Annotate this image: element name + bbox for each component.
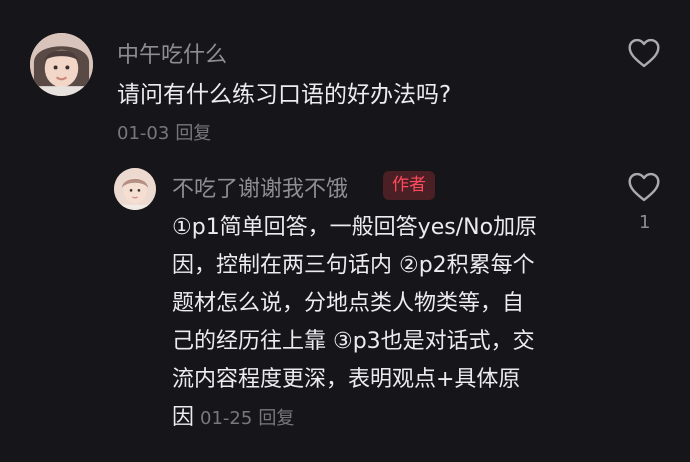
avatar-image: [30, 33, 93, 96]
comment-meta: 01-03 回复: [117, 119, 211, 145]
comment-text: 请问有什么练习口语的好办法吗?: [117, 82, 452, 108]
like-button[interactable]: [627, 38, 661, 68]
heart-outline-icon: [628, 38, 660, 68]
avatar[interactable]: [114, 168, 156, 210]
avatar[interactable]: [30, 33, 93, 96]
reply-meta: 01-25 回复: [200, 408, 294, 429]
reply-username[interactable]: 不吃了谢谢我不饿: [172, 171, 348, 203]
avatar-image: [114, 168, 156, 210]
reply-button[interactable]: 回复: [175, 123, 211, 144]
reply-date: 01-25: [200, 408, 253, 429]
comment-date: 01-03: [117, 123, 170, 144]
like-count: 1: [639, 212, 651, 233]
reply-text: ①p1简单回答，一般回答yes/No加原 因，控制在两三句话内 ②p2积累每个 …: [172, 209, 602, 438]
author-badge: 作者: [383, 171, 435, 200]
heart-outline-icon: [628, 172, 660, 202]
comment-username[interactable]: 中午吃什么: [117, 37, 227, 69]
reply-button[interactable]: 回复: [258, 408, 294, 429]
reply-body: ①p1简单回答，一般回答yes/No加原 因，控制在两三句话内 ②p2积累每个 …: [172, 215, 538, 430]
like-button[interactable]: [627, 172, 661, 202]
